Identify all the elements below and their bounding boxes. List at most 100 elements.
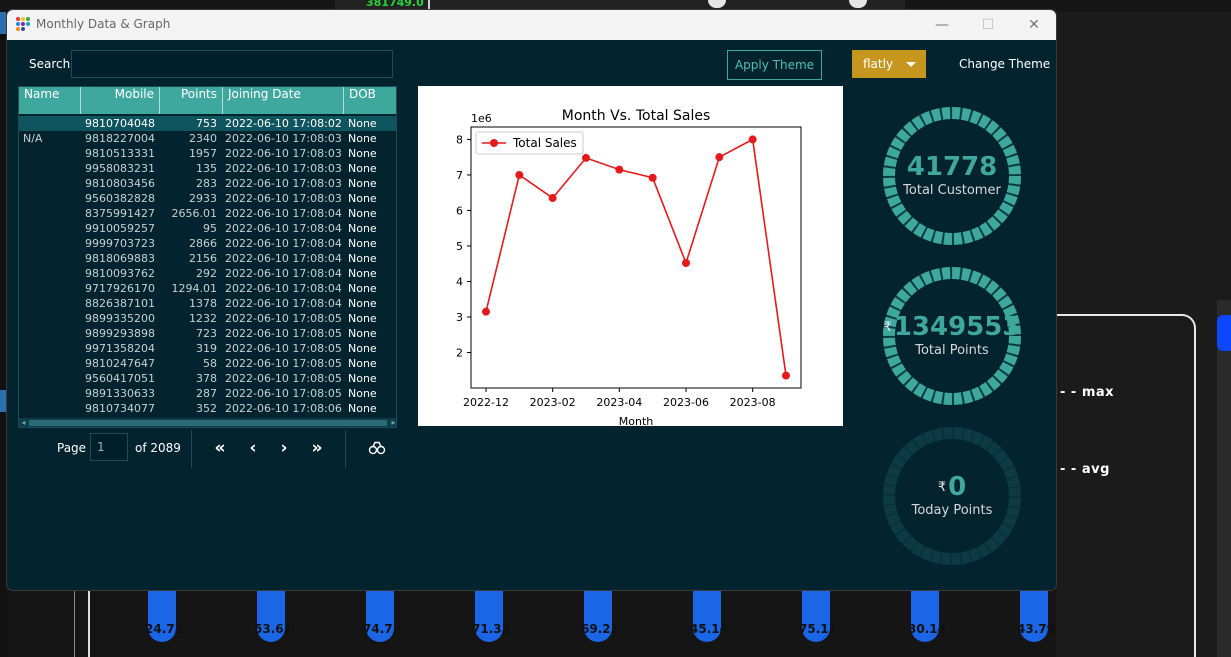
cell-dob: None	[348, 357, 377, 370]
last-page-button[interactable]: »	[307, 438, 327, 458]
maximize-button[interactable]: ☐	[973, 14, 1003, 36]
meter-label: Today Points	[911, 503, 993, 518]
background-blue-tab	[1217, 315, 1231, 351]
table-row[interactable]: 9810093762 292 2022-06-10 17:08:04 None	[19, 266, 396, 281]
scroll-left-icon[interactable]: ◂	[19, 418, 28, 427]
table-row[interactable]: 9717926170 1294.01 2022-06-10 17:08:04 None	[19, 281, 396, 296]
cell-points: 1232	[189, 312, 217, 325]
cell-dob: None	[348, 147, 377, 160]
table-row[interactable]: 8826387101 1378 2022-06-10 17:08:04 None	[19, 296, 396, 311]
title-bar[interactable]: Monthly Data & Graph — ☐ ✕	[7, 10, 1056, 40]
y-tick-label: 2	[456, 346, 463, 359]
cell-joining-date: 2022-06-10 17:08:05	[225, 327, 342, 340]
data-point	[615, 165, 624, 174]
cell-mobile: 9560417051	[85, 372, 155, 385]
cell-points: 1957	[189, 147, 217, 160]
column-header-joining-date[interactable]: Joining Date	[223, 87, 344, 114]
cell-mobile: 9810734077	[85, 402, 155, 415]
cell-joining-date: 2022-06-10 17:08:03	[225, 132, 342, 145]
theme-dropdown-value: flatly	[863, 57, 894, 71]
cell-joining-date: 2022-06-10 17:08:05	[225, 357, 342, 370]
x-tick-label: 2022-12	[463, 396, 509, 409]
data-point	[782, 371, 790, 380]
cell-points: 135	[196, 162, 217, 175]
table-row[interactable]: 9971358204 319 2022-06-10 17:08:05 None	[19, 341, 396, 356]
y-tick-label: 4	[456, 275, 463, 288]
y-axis-multiplier: 1e6	[471, 112, 492, 125]
theme-dropdown[interactable]: flatly	[852, 50, 926, 78]
data-point	[715, 153, 724, 162]
data-point	[748, 135, 757, 144]
table-row[interactable]: 9560382828 2933 2022-06-10 17:08:03 None	[19, 191, 396, 206]
table-row[interactable]: 9899293898 723 2022-06-10 17:08:05 None	[19, 326, 396, 341]
cell-joining-date: 2022-06-10 17:08:04	[225, 222, 342, 235]
horizontal-scrollbar[interactable]: ◂ ▸	[19, 418, 396, 427]
column-header-name[interactable]: Name	[19, 87, 81, 114]
y-tick-label: 8	[456, 133, 463, 146]
background-bar-label: 53.61	[254, 622, 292, 636]
rupee-icon: ₹	[937, 480, 947, 495]
column-header-points[interactable]: Points	[160, 87, 223, 114]
meter: ₹1349553 Total Points	[880, 264, 1024, 408]
table-row[interactable]: 9810704048 753 2022-06-10 17:08:02 None	[19, 116, 396, 131]
cell-mobile: 9810093762	[85, 267, 155, 280]
cell-points: 2156	[189, 252, 217, 265]
table-row[interactable]: 9810247647 58 2022-06-10 17:08:05 None	[19, 356, 396, 371]
meter-value: ₹1349553	[880, 312, 1024, 342]
legend-label: Total Sales	[512, 136, 577, 150]
background-avg-line: - - avg	[1060, 462, 1110, 477]
cell-points: 1294.01	[171, 282, 218, 295]
first-page-button[interactable]: «	[210, 438, 230, 458]
cell-mobile: 9810513331	[85, 147, 155, 160]
table-row[interactable]: N/A 9818227004 2340 2022-06-10 17:08:03 None	[19, 131, 396, 146]
table-row[interactable]: 9891330633 287 2022-06-10 17:08:05 None	[19, 386, 396, 401]
table-row[interactable]: 9810513331 1957 2022-06-10 17:08:03 None	[19, 146, 396, 161]
caret-down-icon	[906, 62, 916, 67]
column-header-mobile[interactable]: Mobile	[81, 87, 160, 114]
table-row[interactable]: 9999703723 2866 2022-06-10 17:08:04 None	[19, 236, 396, 251]
background-bar-label: 69.21	[581, 622, 619, 636]
page-number-input[interactable]	[90, 433, 128, 461]
cell-mobile: 9818227004	[85, 132, 155, 145]
cell-dob: None	[348, 372, 377, 385]
column-header-dob[interactable]: DOB	[344, 87, 396, 114]
cell-points: 352	[196, 402, 217, 415]
scrollbar-thumb[interactable]	[29, 420, 387, 426]
legend-marker	[490, 139, 498, 147]
cell-dob: None	[348, 312, 377, 325]
y-tick-label: 3	[456, 311, 463, 324]
table-row[interactable]: 9810734077 352 2022-06-10 17:08:06 None	[19, 401, 396, 416]
cell-points: 58	[203, 357, 217, 370]
next-page-button[interactable]: ›	[274, 438, 294, 458]
table-row[interactable]: 9818069883 2156 2022-06-10 17:08:04 None	[19, 251, 396, 266]
background-divider	[428, 0, 430, 10]
background-bar-label: 43.79	[1017, 622, 1055, 636]
customer-table: Name Mobile Points Joining Date DOB 9810…	[18, 86, 397, 428]
cell-joining-date: 2022-06-10 17:08:04	[225, 252, 342, 265]
cell-joining-date: 2022-06-10 17:08:02	[225, 117, 342, 130]
minimize-button[interactable]: —	[927, 14, 957, 36]
apply-theme-button[interactable]: Apply Theme	[727, 50, 822, 80]
cell-name	[23, 176, 81, 191]
chart-title: Month Vs. Total Sales	[562, 108, 711, 124]
table-row[interactable]: 9958083231 135 2022-06-10 17:08:03 None	[19, 161, 396, 176]
scroll-right-icon[interactable]: ▸	[389, 418, 396, 427]
cell-joining-date: 2022-06-10 17:08:05	[225, 372, 342, 385]
cell-mobile: 9717926170	[85, 282, 155, 295]
previous-page-button[interactable]: ‹	[243, 438, 263, 458]
table-row[interactable]: 9560417051 378 2022-06-10 17:08:05 None	[19, 371, 396, 386]
meter: ₹0 Today Points	[880, 424, 1024, 568]
binoculars-icon[interactable]	[367, 439, 387, 459]
table-row[interactable]: 9899335200 1232 2022-06-10 17:08:05 None	[19, 311, 396, 326]
cell-name	[23, 326, 81, 341]
cell-name	[23, 221, 81, 236]
table-row[interactable]: 9910059257 95 2022-06-10 17:08:04 None	[19, 221, 396, 236]
background-left-edge	[0, 12, 7, 657]
sales-chart-svg: Month Vs. Total Sales 1e6 Month 2 3 4 5 6 7 8 2022…	[456, 108, 802, 428]
cell-dob: None	[348, 117, 377, 130]
search-input[interactable]	[71, 50, 393, 78]
table-row[interactable]: 8375991427 2656.01 2022-06-10 17:08:04 None	[19, 206, 396, 221]
close-button[interactable]: ✕	[1019, 14, 1049, 36]
cell-dob: None	[348, 162, 377, 175]
table-row[interactable]: 9810803456 283 2022-06-10 17:08:03 None	[19, 176, 396, 191]
